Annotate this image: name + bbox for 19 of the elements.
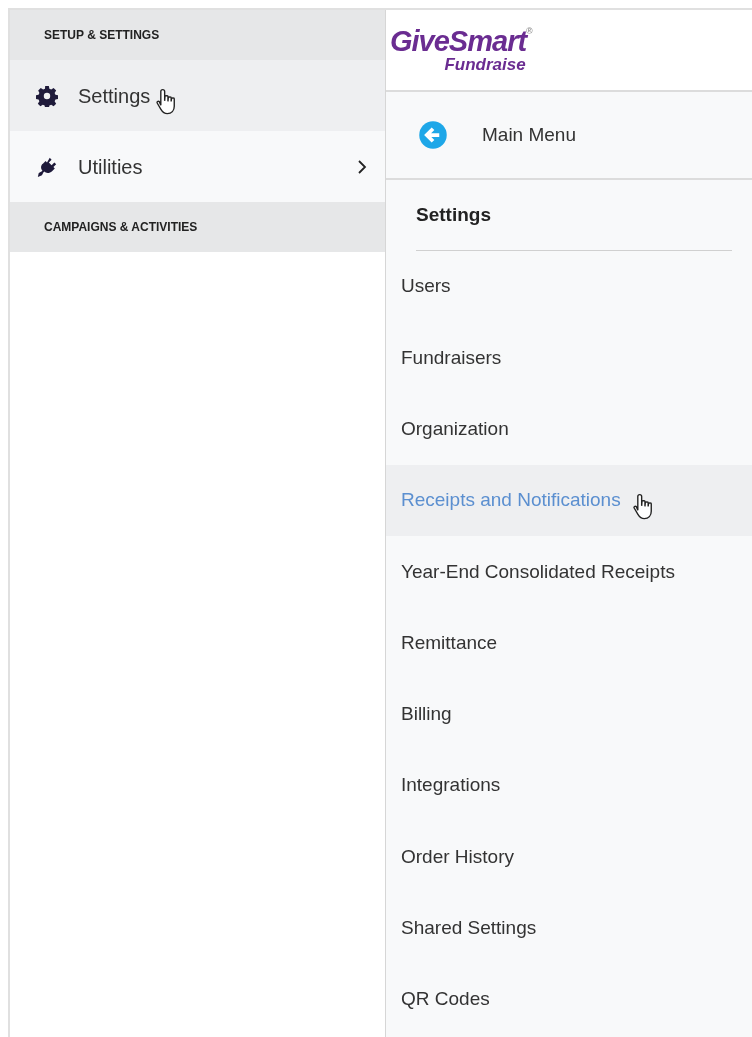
submenu-item[interactable]: Order History [386,821,752,893]
submenu-item[interactable]: Year-End Consolidated Receipts [386,536,752,608]
sidebar-item[interactable]: Settings [10,60,385,131]
gear-icon [36,84,58,107]
logo: GiveSmart® Fundraise [390,27,532,73]
plug-icon [36,155,58,178]
submenu-item[interactable]: Remittance [386,607,752,679]
submenu-item[interactable]: Organization [386,393,752,465]
submenu-item[interactable]: Billing [386,678,752,751]
submenu-item[interactable]: Integrations [386,750,752,822]
submenu-item[interactable]: Shared Settings [386,892,752,964]
submenu-item[interactable]: QR Codes [386,963,752,1036]
submenu-item[interactable]: Fundraisers [386,322,752,394]
sidebar-item[interactable]: Utilities [10,131,385,202]
submenu-heading: Settings [416,202,491,227]
section-heading: SETUP & SETTINGS [10,10,385,60]
submenu-item[interactable]: Users [386,251,752,323]
main-menu-link[interactable]: Main Menu [386,92,752,180]
section-heading: CAMPAIGNS & ACTIVITIES [10,202,385,252]
